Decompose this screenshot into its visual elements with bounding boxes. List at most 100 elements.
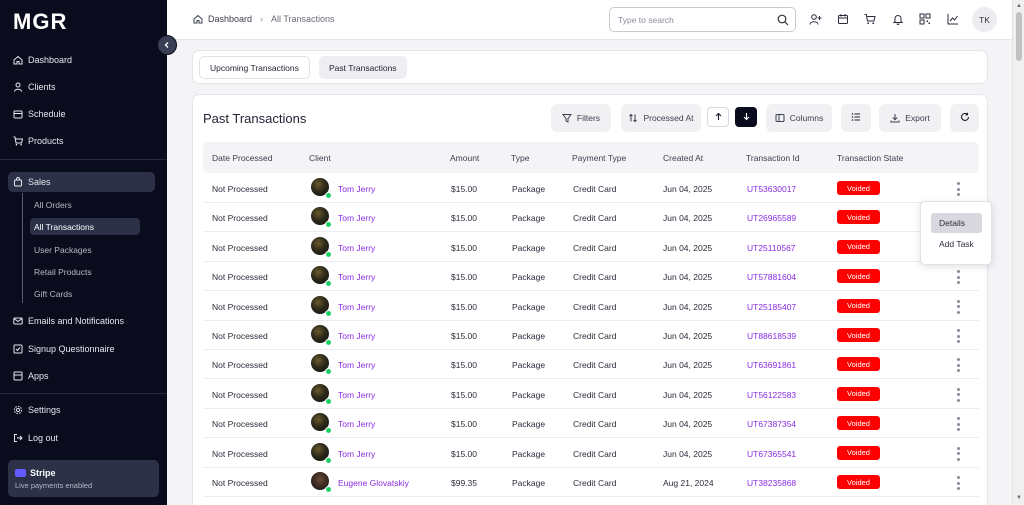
transaction-id-link[interactable]: UT63691861 bbox=[747, 360, 796, 370]
sidebar-subitem-retail-products[interactable]: Retail Products bbox=[30, 263, 140, 280]
transaction-id-link[interactable]: UT26965589 bbox=[747, 213, 796, 223]
sidebar-item-products[interactable]: Products bbox=[8, 131, 155, 151]
page-scrollbar[interactable]: ▲ ▼ bbox=[1012, 0, 1024, 505]
cell-date-processed: Not Processed bbox=[212, 478, 268, 488]
menu-item-add-task[interactable]: Add Task bbox=[931, 234, 982, 254]
client-link[interactable]: Tom Jerry bbox=[338, 243, 375, 253]
column-header[interactable]: Transaction Id bbox=[746, 153, 800, 163]
breadcrumb-dashboard[interactable]: Dashboard bbox=[208, 14, 252, 24]
transaction-id-link[interactable]: UT53630017 bbox=[747, 184, 796, 194]
more-vertical-icon[interactable] bbox=[954, 446, 962, 461]
stripe-subtitle: Live payments enabled bbox=[15, 481, 93, 490]
stripe-status-card[interactable]: Stripe Live payments enabled bbox=[8, 460, 159, 497]
qr-code-icon[interactable] bbox=[918, 12, 932, 26]
add-user-icon[interactable] bbox=[808, 12, 822, 26]
list-view-button[interactable] bbox=[841, 104, 871, 132]
sidebar-item-schedule[interactable]: Schedule bbox=[8, 104, 155, 124]
column-header[interactable]: Date Processed bbox=[212, 153, 272, 163]
table-row[interactable]: Not Processed Tom Jerry $15.00 Package Credi… bbox=[203, 292, 979, 321]
user-avatar[interactable]: TK bbox=[972, 7, 997, 32]
client-link[interactable]: Tom Jerry bbox=[338, 184, 375, 194]
app-logo[interactable]: MGR bbox=[13, 9, 67, 35]
sidebar-subitem-all-transactions[interactable]: All Transactions bbox=[30, 218, 140, 235]
sort-ascending-button[interactable] bbox=[707, 107, 729, 127]
more-vertical-icon[interactable] bbox=[954, 270, 962, 285]
search-icon[interactable] bbox=[777, 13, 789, 31]
client-link[interactable]: Tom Jerry bbox=[338, 213, 375, 223]
cart-icon[interactable] bbox=[863, 12, 877, 26]
table-row[interactable]: Not Processed Tom Jerry $15.00 Package Credi… bbox=[203, 203, 979, 233]
table-row[interactable]: Not Processed Tom Jerry $15.00 Package Credi… bbox=[203, 233, 979, 262]
transaction-id-link[interactable]: UT25110567 bbox=[747, 243, 796, 253]
table-row[interactable]: Not Processed Eugene Glovatskiy $99.35 Pack… bbox=[203, 468, 979, 497]
column-header[interactable]: Type bbox=[511, 153, 529, 163]
more-vertical-icon[interactable] bbox=[954, 417, 962, 432]
transaction-id-link[interactable]: UT56122583 bbox=[747, 390, 796, 400]
client-link[interactable]: Tom Jerry bbox=[338, 302, 375, 312]
more-vertical-icon[interactable] bbox=[954, 182, 962, 196]
more-vertical-icon[interactable] bbox=[954, 299, 962, 314]
cell-amount: $15.00 bbox=[451, 213, 477, 224]
client-link[interactable]: Tom Jerry bbox=[338, 419, 375, 429]
home-icon[interactable] bbox=[193, 14, 203, 24]
sidebar-item-settings[interactable]: Settings bbox=[8, 400, 155, 420]
transaction-id-link[interactable]: UT38235868 bbox=[747, 478, 796, 488]
sidebar-item-sales[interactable]: Sales bbox=[8, 172, 155, 192]
scroll-up-icon[interactable]: ▲ bbox=[1016, 3, 1022, 9]
table-row[interactable]: Not Processed Tom Jerry $15.00 Package Credi… bbox=[203, 409, 979, 439]
sidebar-item-logout[interactable]: Log out bbox=[8, 428, 155, 448]
menu-item-details[interactable]: Details bbox=[931, 213, 982, 233]
table-row[interactable]: Not Processed Tom Jerry $15.00 Package Credi… bbox=[203, 350, 979, 380]
table-row[interactable]: Not Processed Tom Jerry $15.00 Package Credi… bbox=[203, 380, 979, 409]
client-link[interactable]: Tom Jerry bbox=[338, 449, 375, 459]
column-header[interactable]: Client bbox=[309, 153, 331, 163]
more-vertical-icon[interactable] bbox=[954, 358, 962, 373]
column-header[interactable]: Payment Type bbox=[572, 153, 626, 163]
chart-line-icon[interactable] bbox=[946, 12, 960, 26]
sidebar-item-signup-questionnaire[interactable]: Signup Questionnaire bbox=[8, 339, 155, 359]
client-link[interactable]: Eugene Glovatskiy bbox=[338, 478, 409, 488]
sidebar-item-clients[interactable]: Clients bbox=[8, 77, 155, 97]
sort-descending-button[interactable] bbox=[735, 107, 757, 127]
more-vertical-icon[interactable] bbox=[954, 387, 962, 402]
client-link[interactable]: Tom Jerry bbox=[338, 331, 375, 341]
calendar-icon[interactable] bbox=[836, 12, 850, 26]
transaction-id-link[interactable]: UT67365541 bbox=[747, 449, 796, 459]
sidebar-item-apps[interactable]: Apps bbox=[8, 366, 155, 386]
tab-upcoming-transactions[interactable]: Upcoming Transactions bbox=[199, 56, 310, 79]
sidebar-item-emails[interactable]: Emails and Notifications bbox=[8, 311, 155, 331]
tab-past-transactions[interactable]: Past Transactions bbox=[319, 56, 407, 79]
sort-field-button[interactable]: Processed At bbox=[621, 104, 701, 132]
sidebar-subitem-gift-cards[interactable]: Gift Cards bbox=[30, 285, 140, 302]
columns-button[interactable]: Columns bbox=[766, 104, 832, 132]
sidebar-subitem-all-orders[interactable]: All Orders bbox=[30, 196, 140, 213]
transaction-id-link[interactable]: UT57881604 bbox=[747, 272, 796, 282]
search-box[interactable] bbox=[609, 7, 796, 32]
scroll-down-icon[interactable]: ▼ bbox=[1016, 495, 1022, 501]
client-link[interactable]: Tom Jerry bbox=[338, 390, 375, 400]
column-header[interactable]: Created At bbox=[663, 153, 703, 163]
bell-icon[interactable] bbox=[891, 12, 905, 26]
table-row[interactable]: Not Processed Tom Jerry $15.00 Package Credi… bbox=[203, 262, 979, 292]
more-vertical-icon[interactable] bbox=[954, 329, 962, 343]
column-header[interactable]: Transaction State bbox=[837, 153, 903, 163]
transaction-id-link[interactable]: UT25185407 bbox=[747, 302, 796, 312]
transaction-id-link[interactable]: UT88618539 bbox=[747, 331, 796, 341]
more-vertical-icon[interactable] bbox=[954, 476, 962, 490]
refresh-button[interactable] bbox=[950, 104, 979, 132]
table-row[interactable]: Not Processed Tom Jerry $15.00 Package Credi… bbox=[203, 174, 979, 203]
sidebar-item-dashboard[interactable]: Dashboard bbox=[8, 50, 155, 70]
filters-button[interactable]: Filters bbox=[551, 104, 611, 132]
search-input[interactable] bbox=[618, 13, 768, 27]
client-link[interactable]: Tom Jerry bbox=[338, 360, 375, 370]
transaction-id-link[interactable]: UT67387354 bbox=[747, 419, 796, 429]
cell-type: Package bbox=[512, 389, 546, 400]
client-link[interactable]: Tom Jerry bbox=[338, 272, 375, 282]
sidebar-collapse-button[interactable] bbox=[157, 35, 177, 55]
column-header[interactable]: Amount bbox=[450, 153, 479, 163]
table-row[interactable]: Not Processed Tom Jerry $15.00 Package Credi… bbox=[203, 321, 979, 350]
sidebar-subitem-user-packages[interactable]: User Packages bbox=[30, 241, 140, 258]
table-row[interactable]: Not Processed Tom Jerry $15.00 Package Credi… bbox=[203, 439, 979, 468]
scrollbar-thumb[interactable] bbox=[1016, 12, 1022, 61]
export-button[interactable]: Export bbox=[879, 104, 941, 132]
